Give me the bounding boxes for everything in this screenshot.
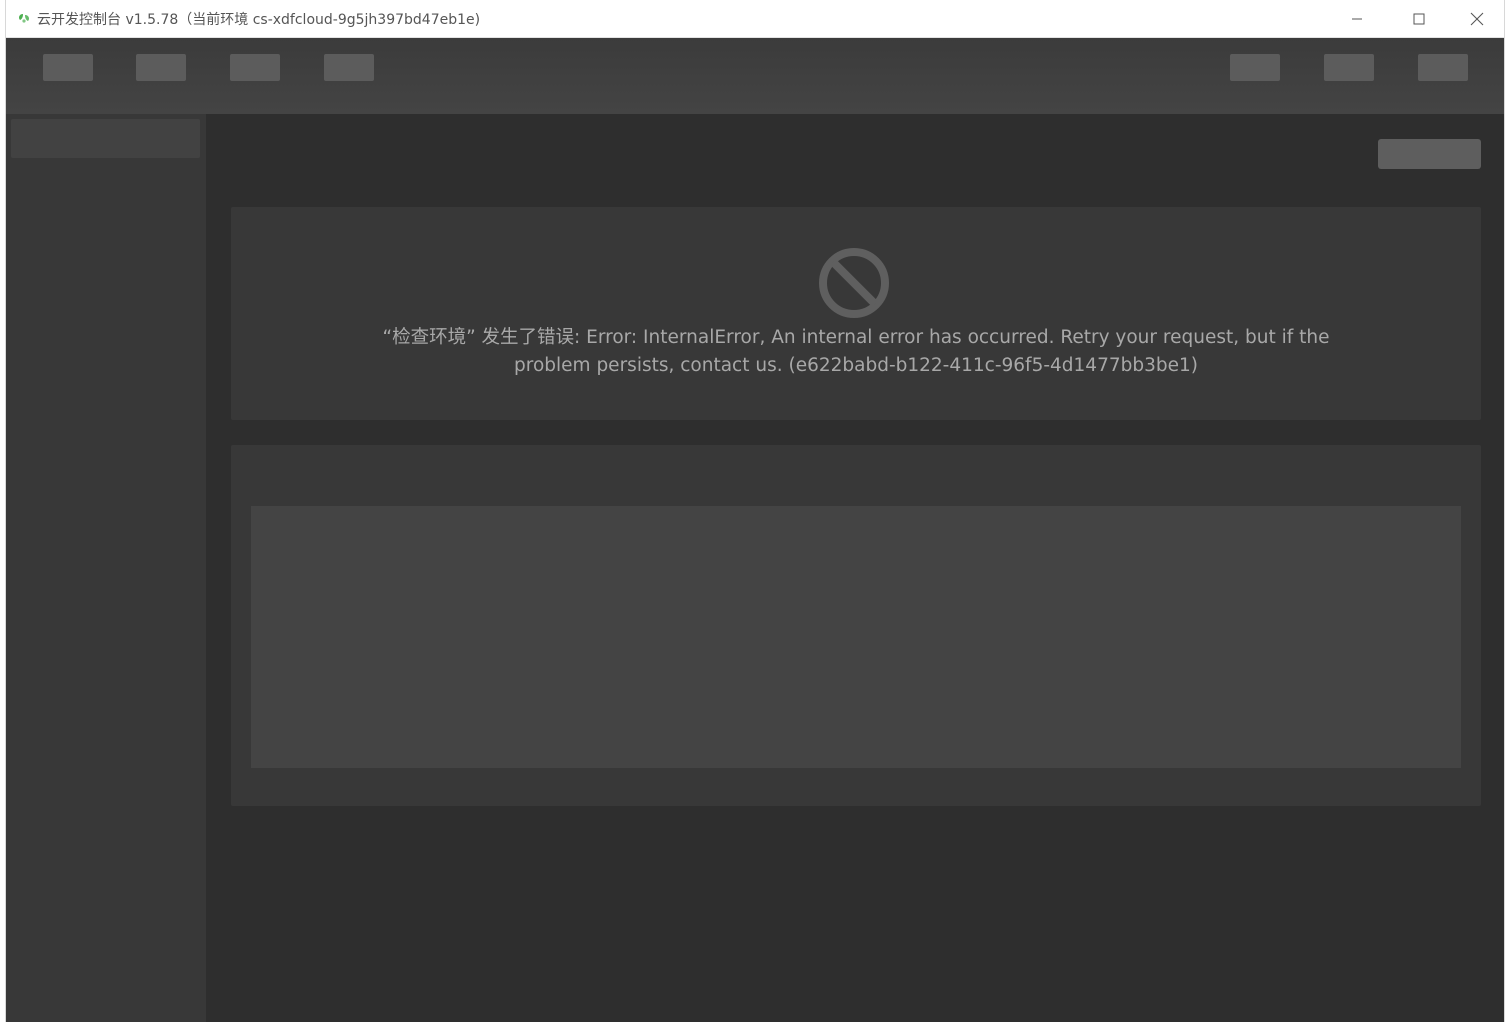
desktop: 云开发控制台 v1.5.78（当前环境 cs-xdfcloud-9g5jh397… — [0, 0, 1512, 1022]
maximize-button[interactable] — [1396, 0, 1442, 38]
main-content: “检查环境” 发生了错误: Error: InternalError, An i… — [206, 114, 1504, 1022]
top-navigation — [6, 38, 1504, 114]
content-placeholder — [251, 506, 1461, 768]
nav-placeholder-button-2[interactable] — [136, 54, 186, 81]
nav-placeholder-button-5[interactable] — [1230, 54, 1280, 81]
nav-placeholder-button-6[interactable] — [1324, 54, 1374, 81]
sidebar — [6, 114, 206, 1022]
minimize-button[interactable] — [1334, 0, 1380, 38]
error-message: “检查环境” 发生了错误: Error: InternalError, An i… — [382, 327, 1330, 376]
nav-placeholder-button-3[interactable] — [230, 54, 280, 81]
nav-placeholder-button-7[interactable] — [1418, 54, 1468, 81]
title-bar[interactable]: 云开发控制台 v1.5.78（当前环境 cs-xdfcloud-9g5jh397… — [6, 0, 1504, 38]
minimize-icon — [1352, 18, 1362, 20]
close-icon — [1470, 12, 1484, 26]
maximize-icon — [1413, 13, 1425, 25]
app-window: 云开发控制台 v1.5.78（当前环境 cs-xdfcloud-9g5jh397… — [5, 0, 1505, 1022]
prohibited-icon — [819, 248, 889, 318]
content-panel — [231, 445, 1481, 806]
error-panel: “检查环境” 发生了错误: Error: InternalError, An i… — [231, 207, 1481, 420]
nav-placeholder-button-4[interactable] — [324, 54, 374, 81]
close-button[interactable] — [1454, 0, 1500, 38]
cloud-leaf-icon — [19, 14, 29, 23]
window-title: 云开发控制台 v1.5.78（当前环境 cs-xdfcloud-9g5jh397… — [37, 12, 481, 28]
action-placeholder-button[interactable] — [1378, 139, 1481, 169]
sidebar-item-placeholder[interactable] — [11, 119, 200, 158]
nav-placeholder-button-1[interactable] — [43, 54, 93, 81]
